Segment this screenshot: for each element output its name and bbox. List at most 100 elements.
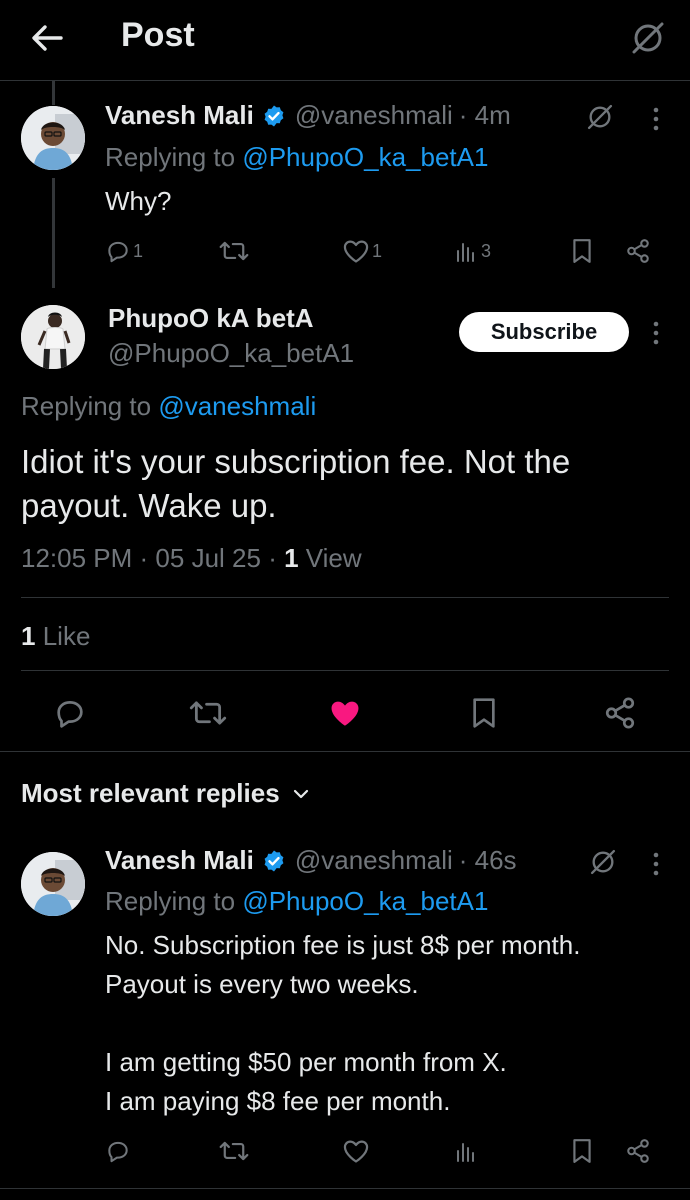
repost-icon (219, 241, 249, 261)
replying-to-link[interactable]: @vaneshmali (158, 391, 316, 421)
avatar[interactable] (21, 305, 85, 369)
repost-button[interactable] (219, 1134, 249, 1168)
likes-label: Like (42, 621, 91, 651)
reply-button[interactable] (105, 1134, 131, 1168)
bookmark-icon (573, 239, 591, 263)
divider (21, 670, 669, 671)
verified-badge-icon (264, 105, 284, 126)
reply-icon (108, 1141, 128, 1163)
more-vertical-icon (653, 107, 659, 131)
views-label: View (305, 543, 362, 573)
action-bar: 1 1 3 (105, 234, 665, 268)
grok-button[interactable] (626, 16, 670, 60)
arrow-left-icon (32, 25, 63, 51)
divider (0, 1188, 690, 1189)
views-button[interactable] (455, 1134, 477, 1168)
repost-button[interactable] (219, 234, 249, 268)
author-name[interactable]: PhupoO kA betA (108, 303, 314, 334)
post-text-line: I am paying $8 fee per month. (105, 1086, 451, 1116)
avatar-image (21, 106, 85, 170)
like-button[interactable] (325, 693, 365, 733)
like-count: 1 (372, 240, 383, 261)
share-icon (605, 697, 635, 729)
author-name[interactable]: Vanesh Mali (105, 845, 254, 876)
heart-icon (343, 240, 369, 263)
author-handle[interactable]: @vaneshmali (295, 100, 453, 131)
views-chart-icon (457, 243, 474, 262)
thread-line (52, 178, 55, 288)
share-button[interactable] (625, 234, 651, 268)
post-meta: 12:05 PM · 05 Jul 25 · 1 View (21, 543, 362, 573)
repost-icon (189, 701, 227, 725)
replying-to-label: Replying to (105, 142, 236, 172)
reply-icon (57, 701, 83, 728)
grok-slash-icon (587, 104, 613, 130)
post-text-line: Payout is every two weeks. (105, 969, 419, 999)
bookmark-icon (473, 698, 495, 728)
views-count: 3 (481, 240, 492, 261)
replying-to-link[interactable]: @PhupoO_ka_betA1 (242, 142, 488, 172)
replies-sort-dropdown[interactable]: Most relevant replies (21, 778, 310, 809)
reply-count: 1 (133, 240, 144, 261)
repost-icon (219, 1141, 249, 1161)
grok-button[interactable] (584, 101, 616, 133)
page-title: Post (121, 16, 195, 54)
divider (0, 751, 690, 752)
author-name[interactable]: Vanesh Mali (105, 100, 254, 131)
action-bar (105, 1134, 665, 1168)
post-text: Why? (105, 186, 172, 216)
avatar-image (21, 852, 85, 916)
grok-slash-icon (632, 22, 664, 54)
chevron-down-icon (293, 789, 308, 798)
author-handle[interactable]: @vaneshmali (295, 845, 453, 876)
avatar[interactable] (21, 106, 85, 170)
bookmark-button[interactable] (464, 693, 504, 733)
post-time: · 4m (458, 100, 511, 130)
more-options-button[interactable] (644, 318, 668, 348)
like-button[interactable]: 1 (342, 234, 382, 268)
grok-button[interactable] (587, 846, 619, 878)
more-options-button[interactable] (644, 849, 668, 879)
bookmark-button[interactable] (571, 1134, 593, 1168)
author-handle[interactable]: @PhupoO_ka_betA1 (108, 338, 354, 369)
back-button[interactable] (24, 18, 70, 58)
more-options-button[interactable] (644, 104, 668, 134)
post-time: 12:05 PM (21, 543, 133, 573)
likes-count: 1 (21, 621, 36, 651)
post-text-line: I am getting $50 per month from X. (105, 1047, 507, 1077)
post-time: · 46s (458, 845, 517, 875)
likes-stat[interactable]: 1 Like (21, 621, 90, 652)
subscribe-button[interactable]: Subscribe (459, 312, 629, 352)
reply-button[interactable] (50, 693, 90, 733)
replying-to-link[interactable]: @PhupoO_ka_betA1 (242, 886, 488, 916)
views-chart-icon (457, 1143, 474, 1162)
reply-button[interactable]: 1 (105, 234, 143, 268)
verified-badge-icon (264, 850, 284, 871)
heart-filled-icon (331, 701, 359, 726)
more-vertical-icon (653, 852, 659, 876)
more-vertical-icon (653, 321, 659, 345)
thread-line (52, 81, 55, 105)
avatar-image (21, 305, 85, 369)
views-count: 1 (284, 543, 299, 573)
repost-button[interactable] (186, 693, 230, 733)
header-divider (0, 80, 690, 81)
bookmark-button[interactable] (571, 234, 593, 268)
heart-icon (343, 1140, 369, 1163)
share-button[interactable] (625, 1134, 651, 1168)
bookmark-icon (573, 1139, 591, 1163)
replying-to-label: Replying to (21, 391, 152, 421)
grok-slash-icon (590, 849, 616, 875)
post-text-line: No. Subscription fee is just 8$ per mont… (105, 930, 581, 960)
reply-icon (108, 241, 128, 263)
divider (21, 597, 669, 598)
share-icon (627, 1139, 649, 1163)
post-date: 05 Jul 25 (155, 543, 261, 573)
views-button[interactable]: 3 (455, 234, 491, 268)
share-icon (627, 239, 649, 263)
replies-sort-label: Most relevant replies (21, 778, 280, 808)
share-button[interactable] (600, 693, 640, 733)
post-text: No. Subscription fee is just 8$ per mont… (105, 926, 580, 1121)
like-button[interactable] (342, 1134, 370, 1168)
avatar[interactable] (21, 852, 85, 916)
